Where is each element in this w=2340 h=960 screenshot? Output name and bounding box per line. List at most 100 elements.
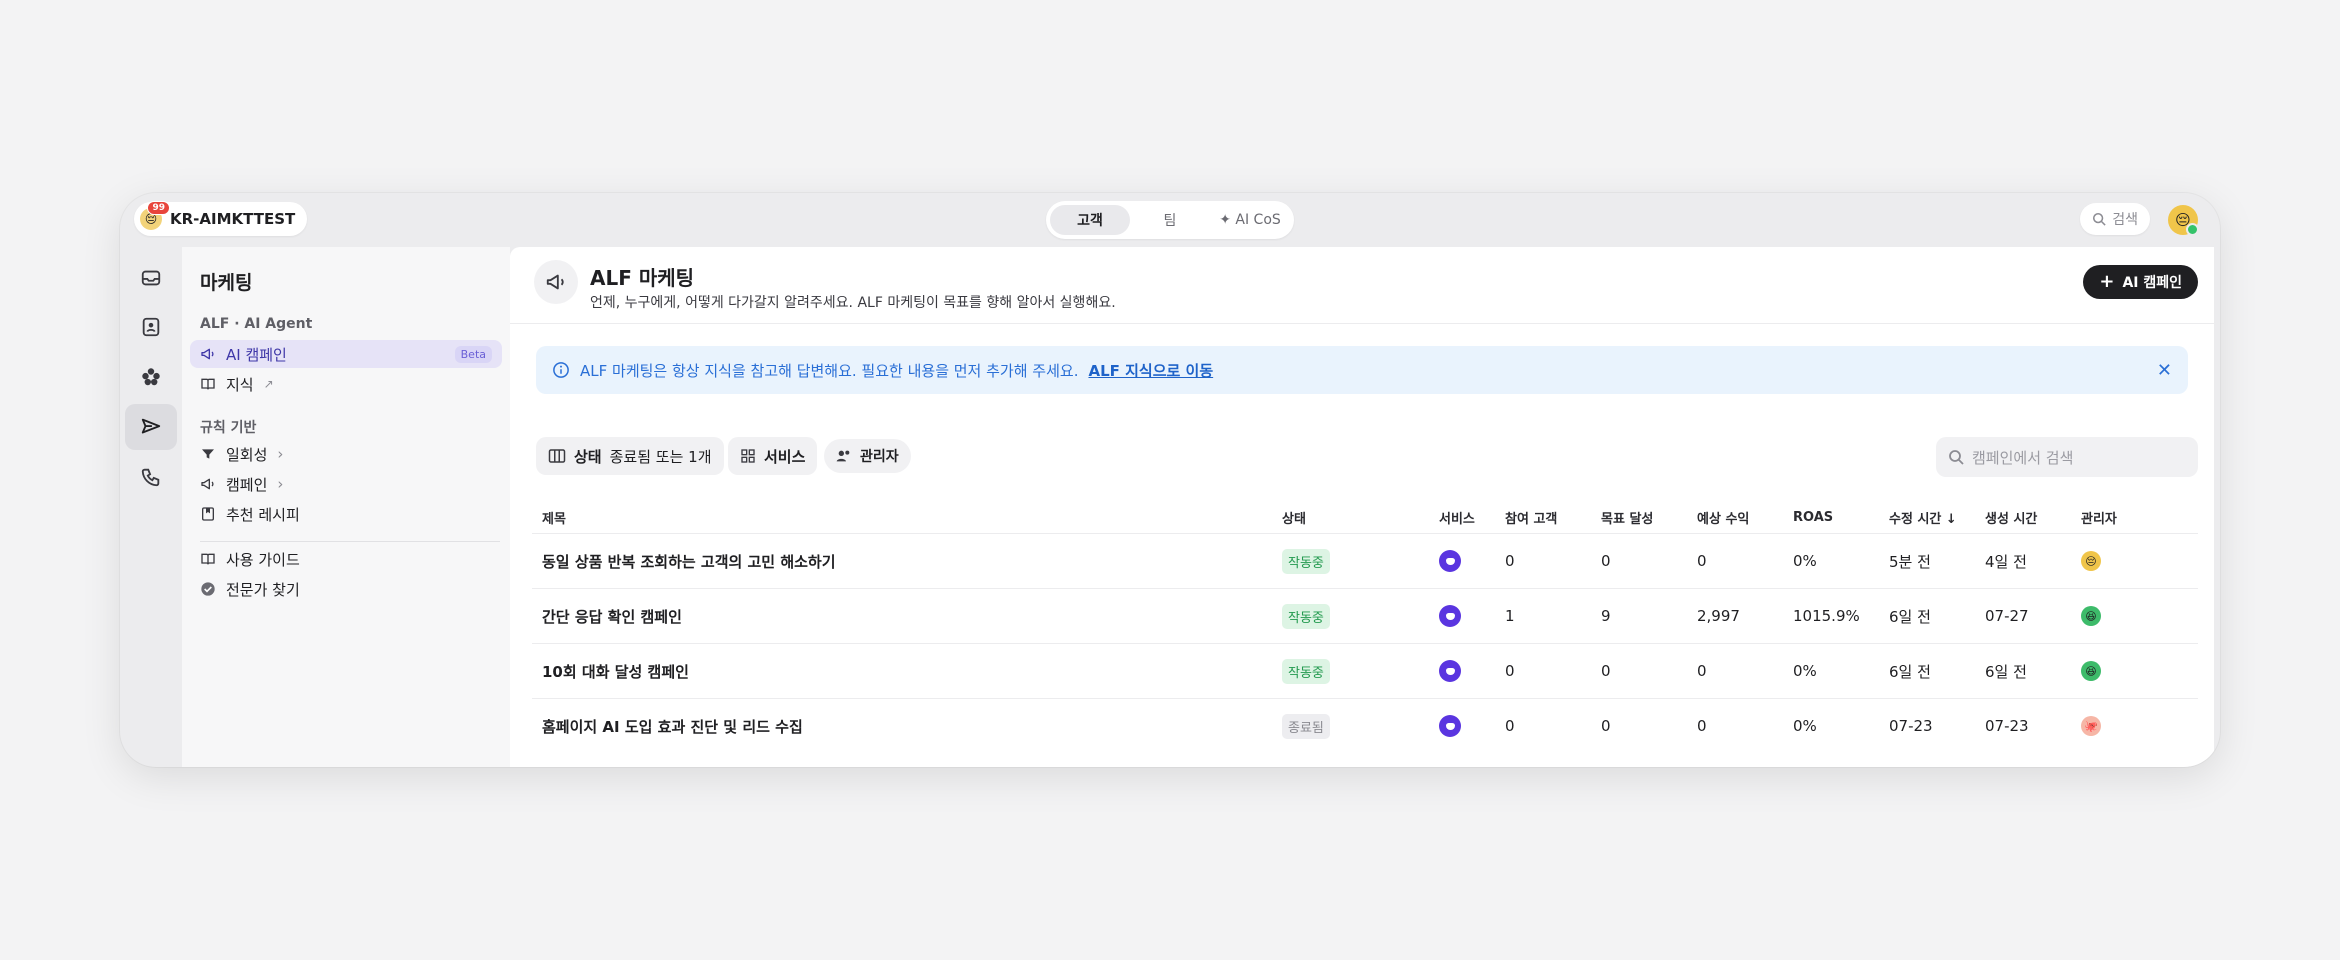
rail-contacts[interactable]: [125, 304, 177, 350]
nav-find-expert[interactable]: 전문가 찾기: [190, 575, 502, 603]
campaign-table: 제목 상태 서비스 참여 고객 목표 달성 예상 수익 ROAS 수정 시간 ↓…: [532, 501, 2198, 753]
table-row[interactable]: 동일 상품 반복 조회하는 고객의 고민 해소하기 작동중 0 0 0 0% 5…: [532, 533, 2198, 589]
status-cell: 종료됨: [1282, 698, 1439, 753]
service-cell: [1439, 643, 1505, 699]
manager-filter[interactable]: 관리자: [824, 439, 911, 473]
column-header-status[interactable]: 상태: [1282, 501, 1439, 534]
service-logo-icon: [1439, 605, 1461, 627]
info-banner-text: ALF 마케팅은 항상 지식을 참고해 답변해요. 필요한 내용을 먼저 추가해…: [580, 361, 1079, 380]
table-row[interactable]: 홈페이지 AI 도입 효과 진단 및 리드 수집 종료됨 0 0 0 0% 07…: [532, 698, 2198, 753]
column-header-revenue[interactable]: 예상 수익: [1697, 501, 1793, 534]
column-header-title[interactable]: 제목: [532, 501, 1282, 534]
column-header-participants[interactable]: 참여 고객: [1505, 501, 1601, 534]
created-cell: 07-23: [1985, 698, 2081, 753]
service-logo-icon: [1439, 550, 1461, 572]
external-link-icon: ↗: [263, 377, 274, 391]
tab-ai-cos[interactable]: ✦ AI CoS: [1210, 205, 1290, 235]
modified-cell: 5분 전: [1889, 533, 1985, 589]
online-status-dot: [2186, 223, 2199, 236]
close-icon[interactable]: ✕: [2157, 360, 2172, 381]
roas-cell: 0%: [1793, 533, 1889, 589]
roas-cell: 0%: [1793, 698, 1889, 753]
column-header-roas[interactable]: ROAS: [1793, 501, 1889, 534]
column-header-service[interactable]: 서비스: [1439, 501, 1505, 534]
rail-inbox[interactable]: [125, 255, 177, 301]
revenue-cell: 0: [1697, 533, 1793, 589]
goals-cell: 9: [1601, 588, 1697, 644]
nav-knowledge-label: 지식: [226, 375, 254, 394]
panel-title: 마케팅: [200, 272, 253, 294]
participants-cell: 1: [1505, 588, 1601, 644]
service-logo-icon: [1439, 715, 1461, 737]
workspace-switcher[interactable]: 😔 99 KR-AIMKTTEST: [134, 201, 308, 236]
chevron-right-icon: ›: [277, 475, 284, 493]
contact-icon: [142, 317, 160, 337]
page-title: ALF 마케팅: [590, 266, 695, 290]
status-filter-label: 상태: [574, 447, 602, 466]
manager-avatar: 🐙: [2081, 716, 2101, 737]
rail-marketing[interactable]: [125, 404, 177, 450]
table-row[interactable]: 간단 응답 확인 캠페인 작동중 1 9 2,997 1015.9% 6일 전 …: [532, 588, 2198, 644]
left-rail: [120, 247, 182, 767]
revenue-cell: 0: [1697, 643, 1793, 699]
flower-icon: [142, 368, 160, 386]
workspace-name: KR-AIMKTTEST: [170, 210, 296, 228]
manager-cell: 😆: [2081, 643, 2198, 699]
modified-cell: 6일 전: [1889, 643, 1985, 699]
app-window: 😔 99 KR-AIMKTTEST 고객 팀 ✦ AI CoS 검색 😔 마케팅…: [120, 193, 2220, 767]
campaign-title: 동일 상품 반복 조회하는 고객의 고민 해소하기: [532, 533, 1282, 589]
nav-knowledge[interactable]: 지식 ↗: [190, 370, 502, 398]
rail-calls[interactable]: [125, 454, 177, 500]
nav-ai-campaign[interactable]: AI 캠페인 Beta: [190, 340, 502, 368]
revenue-cell: 0: [1697, 698, 1793, 753]
panel-divider: [200, 541, 500, 542]
top-bar: 😔 99 KR-AIMKTTEST 고객 팀 ✦ AI CoS 검색 😔: [120, 193, 2220, 247]
nav-ai-campaign-label: AI 캠페인: [226, 345, 287, 364]
global-search-button[interactable]: 검색: [2080, 203, 2150, 235]
section-label-rules: 규칙 기반: [200, 420, 257, 436]
search-icon: [1949, 450, 1964, 465]
global-search-label: 검색: [2112, 212, 2138, 228]
service-filter[interactable]: 서비스: [728, 437, 818, 475]
service-filter-label: 서비스: [764, 447, 806, 466]
nav-user-guide-label: 사용 가이드: [226, 550, 300, 569]
user-avatar[interactable]: 😔: [2168, 205, 2199, 236]
nav-campaign-label: 캠페인: [226, 475, 268, 494]
status-filter[interactable]: 상태 종료됨 또는 1개: [536, 437, 724, 475]
notification-badge: 99: [147, 201, 170, 215]
column-header-manager[interactable]: 관리자: [2081, 501, 2198, 534]
manager-cell: 🐙: [2081, 698, 2198, 753]
manager-cell: 😆: [2081, 588, 2198, 644]
column-header-created[interactable]: 생성 시간: [1985, 501, 2081, 534]
info-icon: [553, 362, 569, 378]
workspace-avatar: 😔 99: [140, 201, 170, 230]
nav-user-guide[interactable]: 사용 가이드: [190, 545, 502, 573]
chevron-right-icon: ›: [277, 445, 284, 463]
go-to-knowledge-link[interactable]: ALF 지식으로 이동: [1088, 360, 1213, 381]
tab-team[interactable]: 팀: [1130, 205, 1210, 235]
nav-one-time-label: 일회성: [226, 445, 268, 464]
column-header-goals[interactable]: 목표 달성: [1601, 501, 1697, 534]
column-header-modified[interactable]: 수정 시간 ↓: [1889, 501, 1985, 534]
status-badge: 작동중: [1282, 603, 1330, 629]
rail-apps[interactable]: [125, 354, 177, 400]
roas-cell: 0%: [1793, 643, 1889, 699]
section-label-ai: ALF · AI Agent: [200, 316, 313, 332]
megaphone-icon: [546, 274, 564, 290]
status-filter-value: 종료됨 또는 1개: [609, 447, 712, 466]
table-row[interactable]: 10회 대화 달성 캠페인 작동중 0 0 0 0% 6일 전 6일 전 😆: [532, 643, 2198, 699]
tab-customers[interactable]: 고객: [1050, 205, 1130, 235]
main-content: ALF 마케팅 언제, 누구에게, 어떻게 다가갈지 알려주세요. ALF 마케…: [510, 247, 2214, 767]
status-cell: 작동중: [1282, 533, 1439, 589]
created-cell: 07-27: [1985, 588, 2081, 644]
nav-campaign[interactable]: 캠페인 ›: [190, 470, 502, 498]
columns-icon: [548, 449, 566, 463]
manager-cell: 😔: [2081, 533, 2198, 589]
campaign-search-input[interactable]: 캠페인에서 검색: [1936, 437, 2198, 477]
bookmark-icon: [202, 507, 214, 521]
service-cell: [1439, 533, 1505, 589]
nav-one-time[interactable]: 일회성 ›: [190, 440, 502, 468]
filter-icon: [202, 449, 214, 459]
nav-recipes[interactable]: 추천 레시피: [190, 500, 502, 528]
new-ai-campaign-button[interactable]: + AI 캠페인: [2083, 265, 2198, 299]
